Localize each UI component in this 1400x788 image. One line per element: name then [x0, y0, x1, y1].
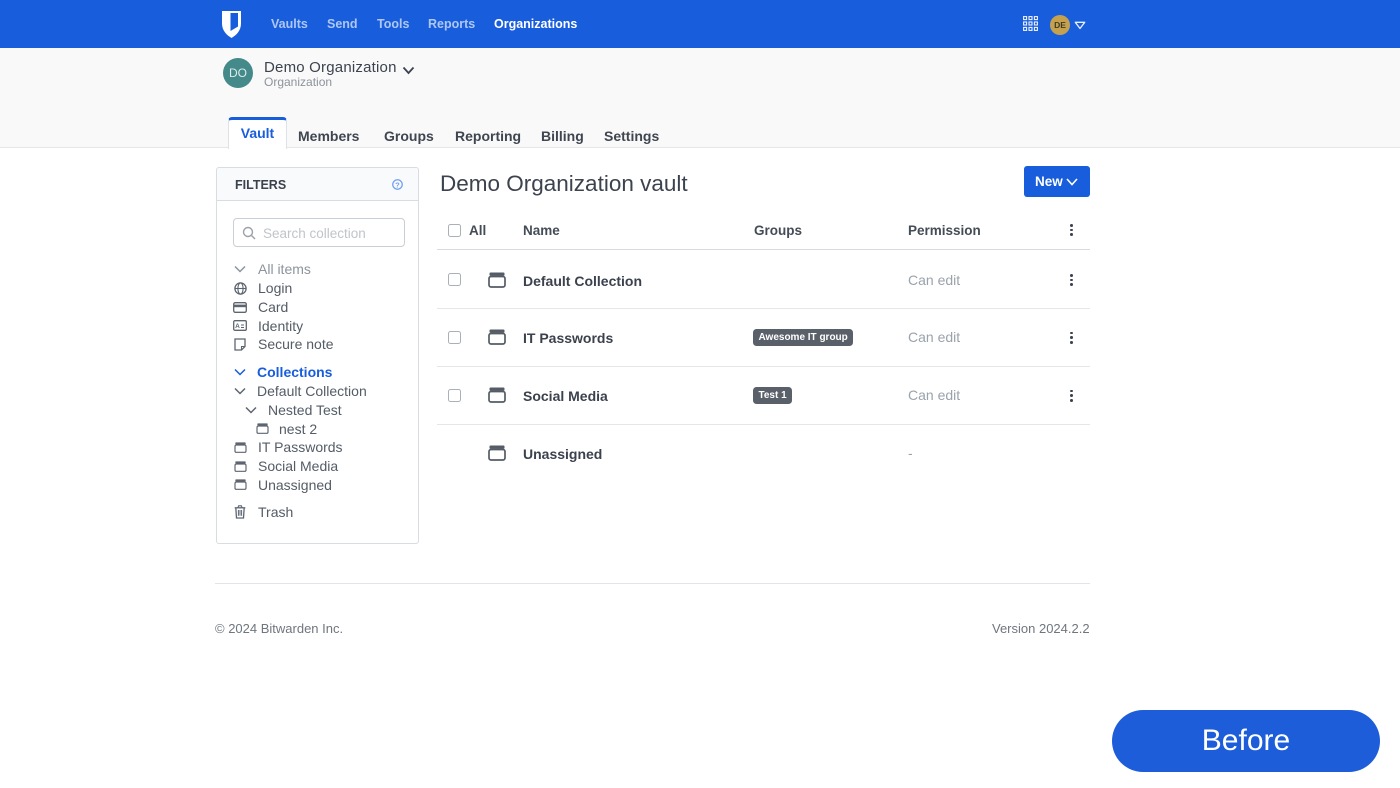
svg-text:?: ? — [395, 180, 400, 189]
svg-text:A: A — [235, 323, 240, 330]
